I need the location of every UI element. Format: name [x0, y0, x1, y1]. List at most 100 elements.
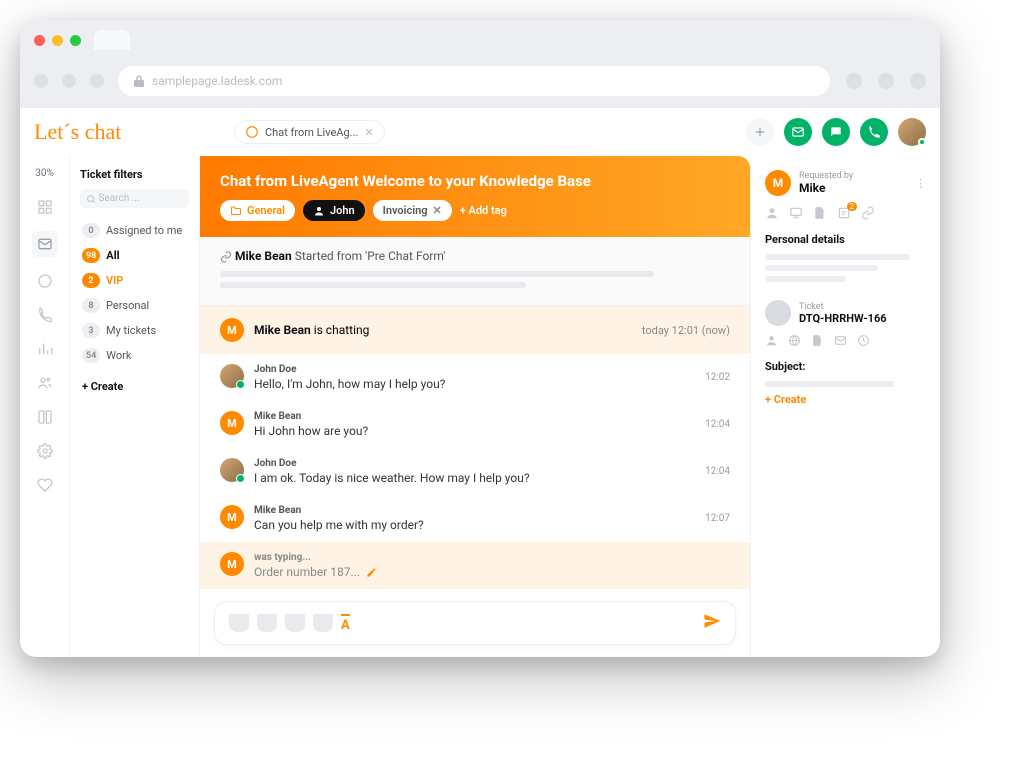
filter-vip[interactable]: 2VIP	[80, 268, 189, 293]
close-icon[interactable]: ✕	[433, 204, 442, 217]
tag-agent[interactable]: John	[303, 200, 365, 221]
user-icon[interactable]	[765, 206, 779, 223]
open-tab[interactable]: Chat from LiveAg... ✕	[234, 120, 385, 144]
ext-dot	[910, 73, 926, 89]
message-text: Hi John how are you?	[254, 424, 695, 438]
send-button[interactable]	[703, 612, 721, 634]
requester: M Requested by Mike ⋮	[765, 170, 926, 196]
folder-icon	[230, 205, 242, 217]
filter-all[interactable]: 98All	[80, 243, 189, 268]
filter-assigned[interactable]: 0Assigned to me	[80, 218, 189, 243]
message-time: 12:04	[705, 419, 730, 430]
ticket-info: Ticket DTQ-HRRHW-166	[765, 300, 926, 326]
people-icon[interactable]	[35, 373, 55, 393]
message-author: Mike Bean	[254, 411, 695, 422]
clock-icon[interactable]	[857, 334, 870, 350]
filters-panel: Ticket filters Search ... 0Assigned to m…	[70, 156, 200, 657]
message-author: John Doe	[254, 458, 695, 469]
nav-dot	[90, 74, 104, 88]
nav-dot	[34, 74, 48, 88]
dashboard-icon[interactable]	[35, 197, 55, 217]
avatar-letter: M	[765, 170, 791, 196]
compose-bar[interactable]: A	[214, 601, 736, 645]
skeleton	[220, 271, 730, 288]
ext-dot	[878, 73, 894, 89]
file-icon[interactable]	[811, 334, 824, 350]
skeleton	[765, 254, 926, 282]
ticket-icon	[765, 300, 791, 326]
message-author: Mike Bean	[254, 505, 695, 516]
search-placeholder: Search ...	[98, 193, 139, 204]
create-filter[interactable]: + Create	[80, 376, 189, 397]
compose-tool[interactable]	[313, 614, 333, 632]
contact-icons: 2	[765, 206, 926, 223]
kb-icon[interactable]	[35, 407, 55, 427]
filter-personal[interactable]: 8Personal	[80, 293, 189, 318]
reports-icon[interactable]	[35, 339, 55, 359]
message-avatar	[220, 364, 244, 388]
avatar-letter: M	[220, 318, 244, 342]
mail-button[interactable]	[784, 118, 812, 146]
more-icon[interactable]: ⋮	[915, 177, 926, 190]
browser-window: samplepage.ladesk.com Let´s chat Chat fr…	[20, 20, 940, 657]
screen-icon[interactable]	[789, 206, 803, 223]
window-minimize[interactable]	[52, 35, 63, 46]
add-tag-button[interactable]: + Add tag	[460, 204, 507, 217]
tab-label: Chat from LiveAg...	[265, 126, 358, 139]
ticket-title: Chat from LiveAgent Welcome to your Know…	[220, 172, 730, 190]
add-button[interactable]	[746, 118, 774, 146]
chat-column: Chat from LiveAgent Welcome to your Know…	[200, 156, 750, 657]
rail-percent: 30%	[35, 168, 54, 179]
status-dot	[918, 138, 926, 146]
settings-icon[interactable]	[35, 441, 55, 461]
note-icon[interactable]: 2	[837, 206, 851, 223]
link-icon[interactable]	[861, 206, 875, 223]
message-text: I am ok. Today is nice weather. How may …	[254, 471, 695, 485]
filter-my-tickets[interactable]: 3My tickets	[80, 318, 189, 343]
user-avatar[interactable]	[898, 118, 926, 146]
chat-button[interactable]	[822, 118, 850, 146]
message: M Mike Bean Hi John how are you? 12:04	[200, 401, 750, 448]
compose-tool[interactable]	[285, 614, 305, 632]
link-icon	[220, 251, 232, 263]
personal-details-heading: Personal details	[765, 233, 926, 246]
chat-icon	[245, 125, 259, 139]
message-time: 12:04	[705, 466, 730, 477]
message-avatar: M	[220, 505, 244, 529]
ticket-hero: Chat from LiveAgent Welcome to your Know…	[200, 156, 750, 237]
message-time: 12:02	[705, 372, 730, 383]
search-input[interactable]: Search ...	[80, 189, 189, 208]
filter-work[interactable]: 54Work	[80, 343, 189, 368]
typing-indicator: M was typing... Order number 187...	[200, 542, 750, 589]
mail-nav-icon[interactable]	[32, 231, 58, 257]
message-avatar	[220, 458, 244, 482]
message-time: 12:07	[705, 513, 730, 524]
browser-tab[interactable]	[94, 30, 130, 50]
tag-general[interactable]: General	[220, 200, 295, 221]
chat-nav-icon[interactable]	[35, 271, 55, 291]
message-list: John DoeHello, I'm John, how may I help …	[200, 354, 750, 542]
user-icon[interactable]	[765, 334, 778, 350]
window-maximize[interactable]	[70, 35, 81, 46]
side-panel: M Requested by Mike ⋮ 2 Personal details	[750, 156, 940, 657]
close-icon[interactable]: ✕	[364, 126, 373, 139]
ticket-icons	[765, 334, 926, 350]
phone-button[interactable]	[860, 118, 888, 146]
message-text: Can you help me with my order?	[254, 518, 695, 532]
globe-icon[interactable]	[788, 334, 801, 350]
format-button[interactable]: A	[341, 614, 350, 633]
compose-tool[interactable]	[257, 614, 277, 632]
lock-icon	[134, 75, 144, 87]
tag-invoicing[interactable]: Invoicing ✕	[373, 200, 452, 221]
heart-icon[interactable]	[35, 475, 55, 495]
phone-nav-icon[interactable]	[35, 305, 55, 325]
app-logo: Let´s chat	[34, 119, 121, 144]
mail-icon[interactable]	[834, 334, 847, 350]
compose-tool[interactable]	[229, 614, 249, 632]
create-button[interactable]: + Create	[765, 393, 926, 406]
file-icon[interactable]	[813, 206, 827, 223]
window-close[interactable]	[34, 35, 45, 46]
message-avatar: M	[220, 411, 244, 435]
tag-row: General John Invoicing ✕ + Add tag	[220, 200, 730, 221]
url-bar[interactable]: samplepage.ladesk.com	[118, 66, 830, 96]
